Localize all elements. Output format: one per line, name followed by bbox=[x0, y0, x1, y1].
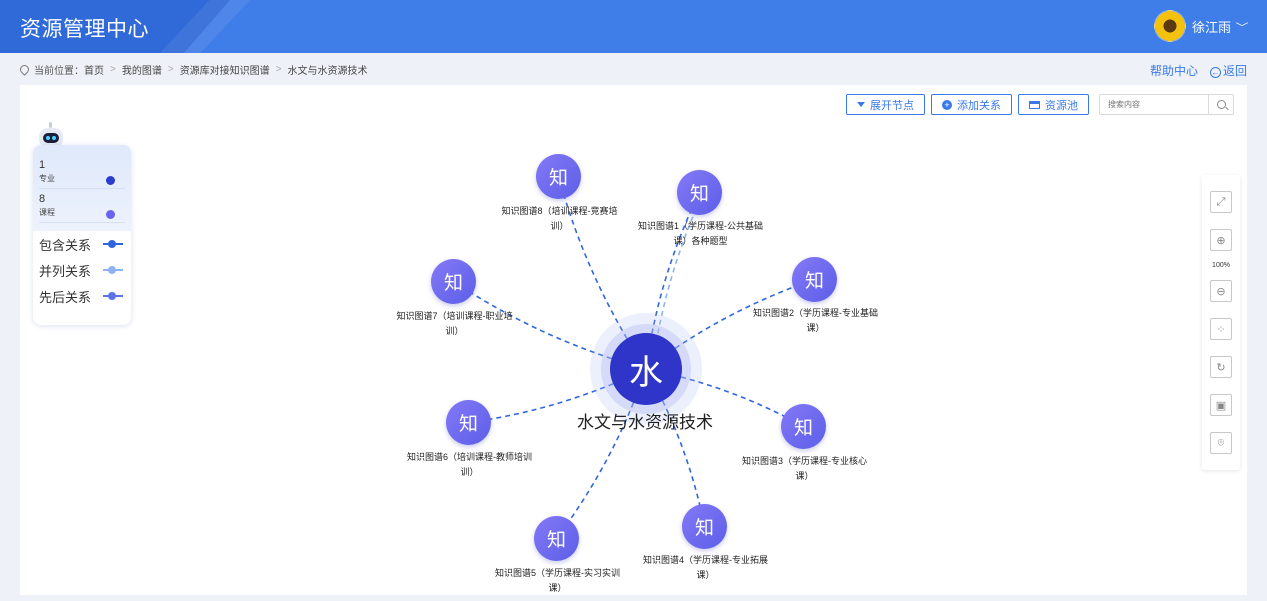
legend-relation-parallel[interactable]: 并列关系 bbox=[33, 257, 131, 283]
location-icon bbox=[18, 62, 31, 76]
zoom-in-icon[interactable]: ⊕ bbox=[1210, 229, 1232, 251]
expand-nodes-label: 展开节点 bbox=[870, 99, 914, 112]
chevron-down-icon[interactable]: ﹀ bbox=[1236, 19, 1249, 34]
add-relation-label: 添加关系 bbox=[957, 99, 1001, 112]
relation-label: 并列关系 bbox=[39, 263, 92, 279]
breadcrumb-separator-icon: > bbox=[110, 63, 116, 75]
graph-node-kg5[interactable]: 知 bbox=[534, 516, 579, 561]
resource-pool-button[interactable]: 资源池 bbox=[1018, 94, 1089, 115]
graph-node-label-kg4[interactable]: 知识图谱4（学历课程-专业拓展 课） bbox=[638, 553, 773, 583]
graph-node-kg3[interactable]: 知 bbox=[781, 404, 826, 449]
graph-toolbar: 展开节点 + 添加关系 资源池 bbox=[846, 94, 1234, 115]
resource-pool-label: 资源池 bbox=[1045, 99, 1078, 112]
graph-node-kg7[interactable]: 知 bbox=[431, 259, 476, 304]
image-icon[interactable]: ▣ bbox=[1210, 394, 1232, 416]
graph-node-label-kg3[interactable]: 知识图谱3（学历课程-专业核心 课） bbox=[737, 454, 872, 484]
graph-node-kg4[interactable]: 知 bbox=[682, 504, 727, 549]
back-link-label: 返回 bbox=[1222, 64, 1247, 78]
plus-circle-icon: + bbox=[942, 99, 952, 110]
graph-node-label-kg2[interactable]: 知识图谱2（学历课程-专业基础 课） bbox=[748, 306, 883, 336]
layout-icon[interactable]: ⁘ bbox=[1210, 318, 1232, 340]
graph-node-label-kg5[interactable]: 知识图谱5（学历课程-实习实训 课） bbox=[490, 566, 625, 596]
relation-label: 先后关系 bbox=[39, 289, 92, 305]
refresh-icon[interactable]: ↻ bbox=[1210, 356, 1232, 378]
course-dot-icon bbox=[106, 210, 115, 219]
graph-node-label-kg7[interactable]: 知识图谱7（培训课程-职业培 训） bbox=[387, 309, 522, 339]
graph-node-kg8[interactable]: 知 bbox=[536, 154, 581, 199]
legend-stat-major: 1 专业 bbox=[39, 159, 125, 189]
search-button[interactable] bbox=[1208, 95, 1233, 114]
breadcrumb-item-home[interactable]: 首页 bbox=[84, 62, 104, 77]
back-link[interactable]: ← 返回 bbox=[1209, 62, 1247, 79]
graph-node-kg2[interactable]: 知 bbox=[792, 257, 837, 302]
relation-label: 包含关系 bbox=[39, 237, 92, 253]
graph-node-kg6[interactable]: 知 bbox=[446, 400, 491, 445]
relation-line-icon bbox=[103, 292, 123, 300]
stat-count: 8 bbox=[39, 193, 46, 205]
legend-relation-contains[interactable]: 包含关系 bbox=[33, 231, 131, 257]
center-node[interactable]: 水 bbox=[610, 333, 682, 405]
graph-node-label-kg8[interactable]: 知识图谱8（培训课程-竞赛培 训） bbox=[492, 204, 627, 234]
relation-line-icon bbox=[103, 240, 123, 248]
fullscreen-icon[interactable]: ⤢ bbox=[1210, 191, 1232, 213]
graph-node-label-kg1[interactable]: 知识图谱1（学历课程-公共基础 课）各种题型 bbox=[633, 219, 768, 249]
box-icon bbox=[1029, 100, 1040, 109]
zoom-level: 100% bbox=[1212, 262, 1230, 269]
stat-count: 1 bbox=[39, 159, 46, 171]
breadcrumb-item-current: 水文与水资源技术 bbox=[287, 65, 368, 77]
breadcrumb-separator-icon: > bbox=[275, 63, 282, 75]
user-name[interactable]: 徐江雨 bbox=[1192, 17, 1231, 36]
graph-legend: 1 专业 8 课程 包含关系 并列关系 先后关系 bbox=[33, 145, 131, 325]
top-links: 帮助中心 ← 返回 bbox=[1150, 62, 1247, 79]
relation-line-icon bbox=[103, 266, 123, 274]
caret-down-icon bbox=[857, 102, 865, 107]
major-dot-icon bbox=[106, 176, 115, 185]
legend-relation-sequence[interactable]: 先后关系 bbox=[33, 283, 131, 309]
locate-icon[interactable]: ⌾ bbox=[1210, 432, 1232, 454]
back-icon: ← bbox=[1209, 67, 1221, 78]
search-input[interactable] bbox=[1100, 95, 1208, 114]
center-node-label[interactable]: 水文与水资源技术 bbox=[560, 408, 730, 433]
breadcrumb-item-resource-graph[interactable]: 资源库对接知识图谱 bbox=[180, 62, 270, 77]
breadcrumb-prefix: 当前位置： bbox=[34, 65, 84, 77]
graph-node-label-kg6[interactable]: 知识图谱6（培训课程-教师培训 训） bbox=[402, 450, 537, 480]
user-menu[interactable]: 徐江雨 ﹀ bbox=[1153, 10, 1249, 42]
avatar[interactable] bbox=[1153, 10, 1186, 42]
search-icon bbox=[1216, 100, 1226, 109]
legend-stat-course: 8 课程 bbox=[39, 193, 125, 223]
breadcrumb: 当前位置： 首页 > 我的图谱 > 资源库对接知识图谱 > 水文与水资源技术 帮… bbox=[0, 53, 1267, 85]
breadcrumb-item-my-graphs[interactable]: 我的图谱 bbox=[122, 62, 162, 77]
zoom-out-icon[interactable]: ⊖ bbox=[1210, 280, 1232, 302]
help-center-link[interactable]: 帮助中心 bbox=[1150, 62, 1198, 79]
graph-side-toolbar: ⤢ ⊕ 100% ⊖ ⁘ ↻ ▣ ⌾ bbox=[1202, 175, 1240, 470]
search-box bbox=[1099, 94, 1234, 115]
graph-node-kg1[interactable]: 知 bbox=[677, 170, 722, 215]
legend-stats: 1 专业 8 课程 bbox=[33, 145, 131, 231]
app-header: 资源管理中心 徐江雨 ﹀ bbox=[0, 0, 1267, 53]
app-title: 资源管理中心 bbox=[20, 18, 149, 41]
expand-nodes-button[interactable]: 展开节点 bbox=[846, 94, 925, 115]
breadcrumb-separator-icon: > bbox=[167, 63, 174, 75]
add-relation-button[interactable]: + 添加关系 bbox=[931, 94, 1012, 115]
